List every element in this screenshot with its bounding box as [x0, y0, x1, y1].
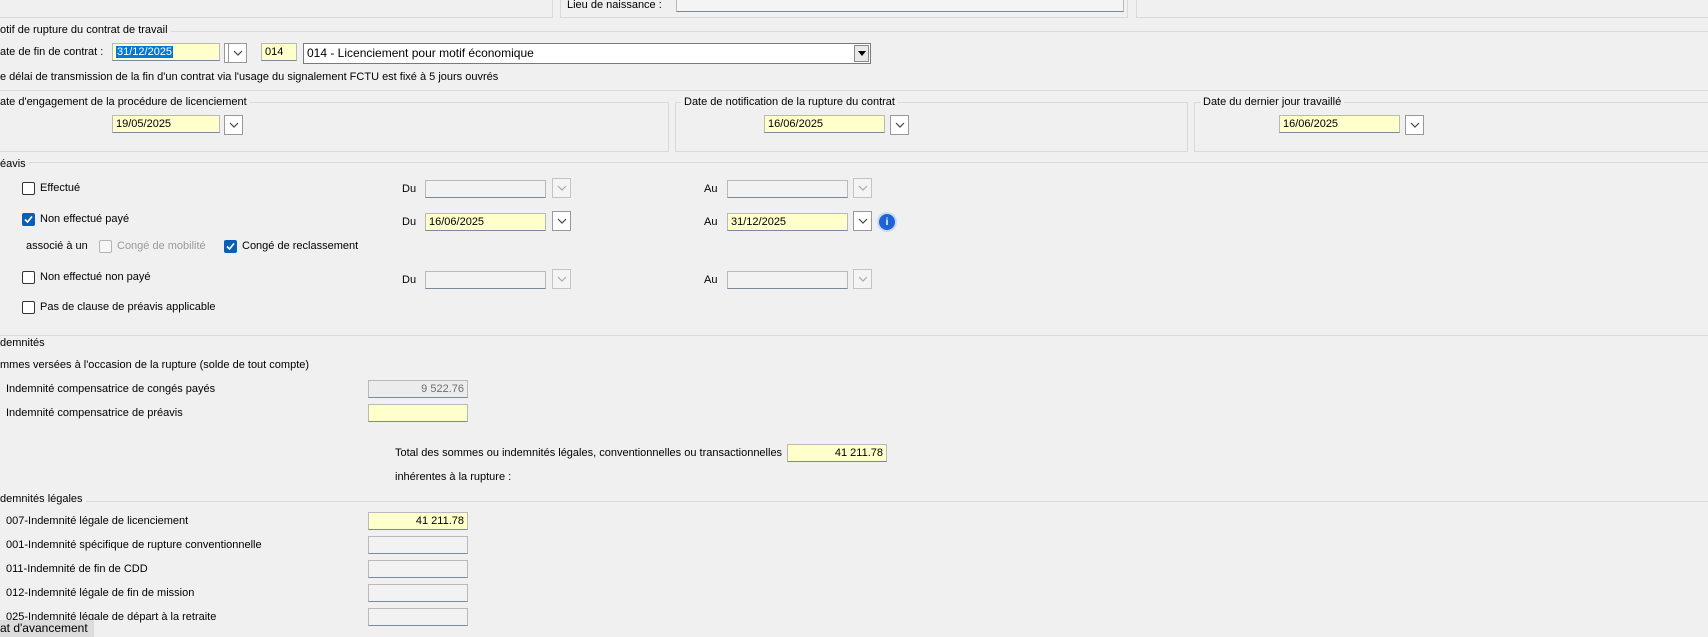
dernier-jour-title: Date du dernier jour travaillé	[1200, 95, 1345, 109]
conge-reclassement-label: Congé de reclassement	[242, 240, 359, 252]
date-fin-secondary-dropdown[interactable]	[228, 43, 247, 63]
lieu-naissance-label: Lieu de naissance :	[567, 0, 662, 11]
pas-de-clause-label: Pas de clause de préavis applicable	[40, 301, 216, 313]
non-effectue-non-paye-label: Non effectué non payé	[40, 271, 151, 283]
dernier-jour-panel	[1194, 102, 1708, 152]
non-effectue-paye-du-input[interactable]: 16/06/2025	[425, 213, 546, 231]
effectue-au-input[interactable]	[727, 180, 848, 198]
non-effectue-paye-du-label: Du	[402, 216, 417, 228]
legale-row-input[interactable]	[368, 560, 468, 578]
non-effectue-non-paye-au-dropdown[interactable]	[853, 269, 872, 289]
effectue-checkbox[interactable]	[22, 182, 35, 195]
legale-row-input[interactable]: 41 211.78	[368, 512, 468, 530]
engagement-title: ate d'engagement de la procédure de lice…	[0, 95, 250, 109]
fctu-note: e délai de transmission de la fin d'un c…	[0, 71, 499, 83]
indemnites-separator	[0, 335, 1708, 336]
legale-row-label: 001-Indemnité spécifique de rupture conv…	[6, 539, 262, 551]
status-bar: at d'avancement	[0, 620, 94, 637]
legale-row-input[interactable]	[368, 536, 468, 554]
conge-mobilite-checkbox[interactable]	[99, 240, 112, 253]
non-effectue-non-paye-checkbox[interactable]	[22, 271, 35, 284]
dernier-jour-date-input[interactable]: 16/06/2025	[1279, 115, 1400, 133]
notification-panel	[675, 102, 1188, 152]
chevron-down-icon	[557, 276, 566, 282]
legale-row-label: 011-Indemnité de fin de CDD	[6, 563, 148, 575]
non-effectue-non-paye-du-input[interactable]	[425, 271, 546, 289]
lieu-naissance-input[interactable]	[676, 0, 1124, 12]
notification-date-dropdown[interactable]	[890, 115, 909, 135]
effectue-label: Effectué	[40, 182, 81, 194]
preavis-indemnite-label: Indemnité compensatrice de préavis	[6, 407, 183, 419]
info-icon[interactable]: i	[879, 214, 895, 230]
preavis-separator	[0, 162, 1708, 163]
engagement-panel	[0, 102, 669, 152]
chevron-down-icon	[858, 185, 867, 191]
motif-select[interactable]: 014 - Licenciement pour motif économique	[303, 43, 871, 64]
non-effectue-paye-du-dropdown[interactable]	[552, 211, 571, 231]
chevron-down-icon	[233, 50, 242, 56]
legales-separator	[0, 501, 1708, 502]
non-effectue-non-paye-du-dropdown[interactable]	[552, 269, 571, 289]
sommes-title: mmes versées à l'occasion de la rupture …	[0, 359, 310, 371]
notification-title: Date de notification de la rupture du co…	[681, 95, 898, 109]
conges-payes-input[interactable]: 9 522.76	[368, 380, 468, 398]
effectue-du-input[interactable]	[425, 180, 546, 198]
pas-de-clause-checkbox[interactable]	[22, 301, 35, 314]
engagement-date-dropdown[interactable]	[224, 115, 243, 135]
date-fin-input[interactable]: 31/12/2025	[112, 43, 220, 61]
total-label-line1: Total des sommes ou indemnités légales, …	[395, 447, 783, 459]
checkmark-icon	[226, 242, 235, 251]
legales-group-title: demnités légales	[0, 492, 86, 506]
motif-selected-value: 014 - Licenciement pour motif économique	[307, 46, 534, 60]
top-panel-left	[0, 0, 553, 18]
non-effectue-paye-label: Non effectué payé	[40, 213, 130, 225]
engagement-date-input[interactable]: 19/05/2025	[112, 115, 220, 133]
non-effectue-paye-au-label: Au	[704, 216, 718, 228]
preavis-indemnite-input[interactable]	[368, 404, 468, 422]
status-text: at d'avancement	[0, 621, 88, 635]
associe-label: associé à un	[26, 240, 88, 252]
legale-row-label: 007-Indemnité légale de licenciement	[6, 515, 189, 527]
chevron-down-icon	[1410, 122, 1419, 128]
date-fin-value: 31/12/2025	[116, 46, 174, 58]
checkmark-icon	[24, 215, 33, 224]
conges-payes-label: Indemnité compensatrice de congés payés	[6, 383, 216, 395]
non-effectue-paye-au-input[interactable]: 31/12/2025	[727, 213, 848, 231]
motif-code-input[interactable]: 014	[261, 43, 297, 61]
non-effectue-paye-checkbox[interactable]	[22, 213, 35, 226]
legale-row-label: 012-Indemnité légale de fin de mission	[6, 587, 195, 599]
total-label-line2: inhérentes à la rupture :	[395, 471, 512, 483]
non-effectue-non-paye-du-label: Du	[402, 274, 417, 286]
motif-select-arrow[interactable]	[854, 45, 869, 62]
effectue-au-dropdown[interactable]	[853, 178, 872, 198]
effectue-du-dropdown[interactable]	[552, 178, 571, 198]
indemnites-group-title: demnités	[0, 337, 45, 349]
triangle-down-icon	[857, 51, 866, 56]
chevron-down-icon	[858, 218, 867, 224]
dernier-jour-date-dropdown[interactable]	[1405, 115, 1424, 135]
chevron-down-icon	[858, 276, 867, 282]
top-panel-right	[1136, 0, 1708, 18]
preavis-group-title: éavis	[0, 157, 29, 171]
chevron-down-icon	[557, 185, 566, 191]
effectue-du-label: Du	[402, 183, 417, 195]
non-effectue-non-paye-au-input[interactable]	[727, 271, 848, 289]
chevron-down-icon	[895, 122, 904, 128]
non-effectue-paye-au-dropdown[interactable]	[853, 211, 872, 231]
conge-mobilite-label: Congé de mobilité	[117, 240, 206, 252]
notification-date-input[interactable]: 16/06/2025	[764, 115, 885, 133]
motif-separator	[0, 31, 1708, 32]
legale-row-input[interactable]	[368, 584, 468, 602]
legale-row-input[interactable]	[368, 608, 468, 626]
chevron-down-icon	[229, 122, 238, 128]
dates-separator	[0, 90, 1708, 91]
motif-group-title: otif de rupture du contrat de travail	[0, 23, 171, 37]
effectue-au-label: Au	[704, 183, 718, 195]
date-fin-label: ate de fin de contrat :	[0, 46, 104, 58]
total-input[interactable]: 41 211.78	[787, 444, 887, 462]
chevron-down-icon	[557, 218, 566, 224]
non-effectue-non-paye-au-label: Au	[704, 274, 718, 286]
conge-reclassement-checkbox[interactable]	[224, 240, 237, 253]
